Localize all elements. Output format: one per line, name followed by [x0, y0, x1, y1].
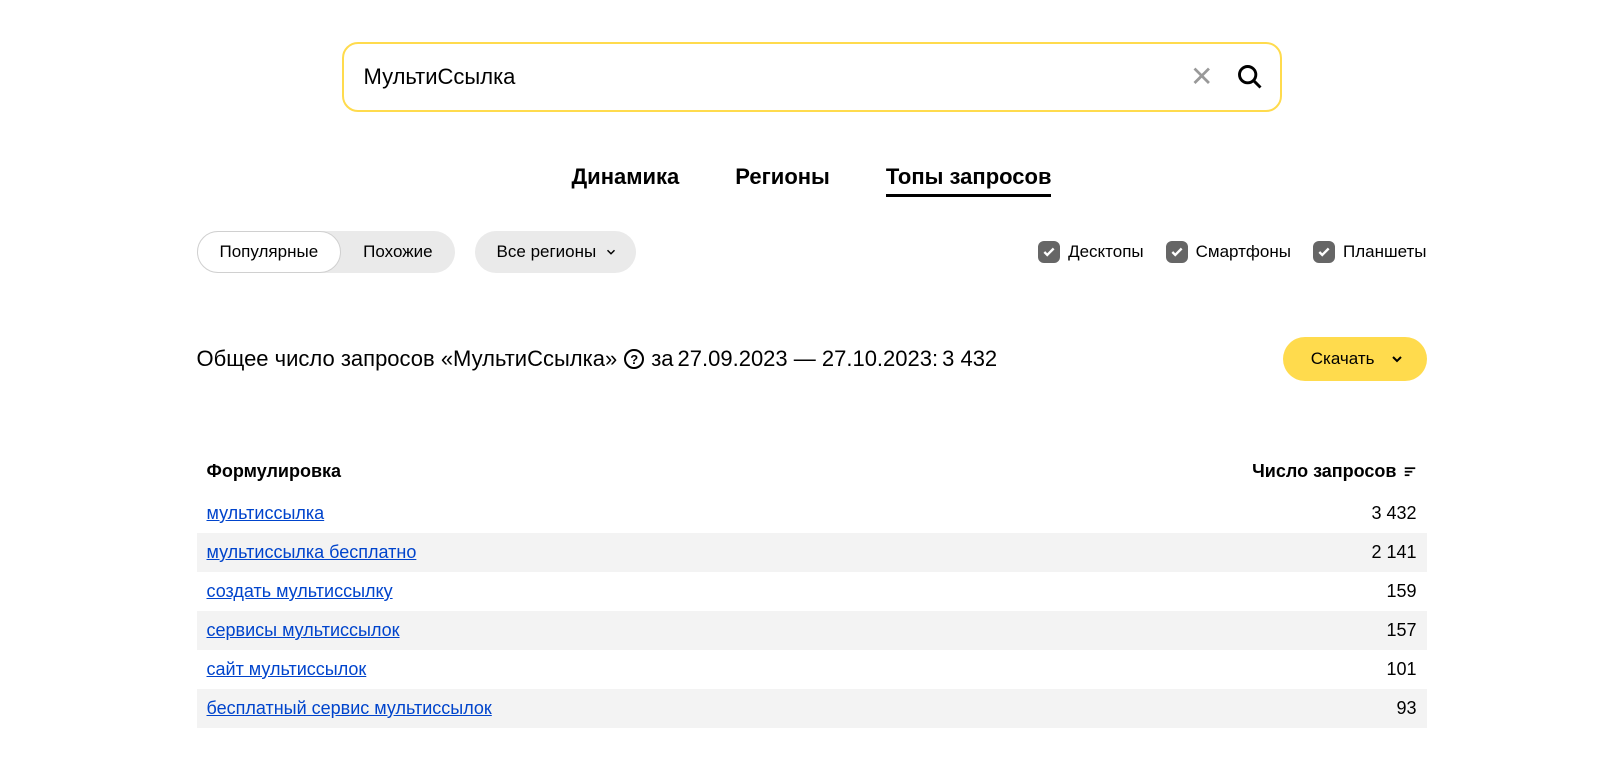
checkbox-desktops[interactable]: Десктопы [1038, 241, 1144, 263]
query-type-segmented: Популярные Похожие [197, 231, 455, 273]
table-row: сайт мультиссылок 101 [197, 650, 1427, 689]
query-count: 157 [1386, 620, 1416, 641]
query-link[interactable]: бесплатный сервис мультиссылок [207, 698, 492, 719]
search-input[interactable] [342, 42, 1282, 112]
check-icon [1166, 241, 1188, 263]
tabs: Динамика Регионы Топы запросов [0, 164, 1623, 197]
checkbox-tablets[interactable]: Планшеты [1313, 241, 1427, 263]
th-count-label: Число запросов [1252, 461, 1396, 482]
search-bar: ✕ [342, 42, 1282, 112]
controls-row: Популярные Похожие Все регионы Десктопы … [197, 231, 1427, 273]
query-count: 159 [1386, 581, 1416, 602]
device-filters: Десктопы Смартфоны Планшеты [1038, 241, 1426, 263]
checkbox-tablets-label: Планшеты [1343, 242, 1427, 262]
summary-total: 3 432 [942, 346, 997, 372]
region-select-label: Все регионы [497, 242, 597, 262]
tab-regions[interactable]: Регионы [735, 164, 830, 197]
query-count: 2 141 [1371, 542, 1416, 563]
th-count[interactable]: Число запросов [1252, 461, 1416, 482]
chevron-down-icon [604, 245, 618, 259]
query-link[interactable]: создать мультиссылку [207, 581, 393, 602]
help-icon[interactable]: ? [624, 349, 644, 369]
query-count: 93 [1396, 698, 1416, 719]
region-select[interactable]: Все регионы [475, 231, 637, 273]
segment-similar[interactable]: Похожие [341, 231, 454, 273]
query-link[interactable]: сайт мультиссылок [207, 659, 367, 680]
table-row: мультиссылка 3 432 [197, 494, 1427, 533]
checkbox-smartphones[interactable]: Смартфоны [1166, 241, 1291, 263]
th-query: Формулировка [207, 461, 342, 482]
query-link[interactable]: мультиссылка [207, 503, 325, 524]
search-icon[interactable] [1236, 63, 1264, 91]
query-link[interactable]: сервисы мультиссылок [207, 620, 400, 641]
check-icon [1038, 241, 1060, 263]
summary-prefix: Общее число запросов «МультиСсылка» [197, 346, 618, 372]
download-button-label: Скачать [1311, 349, 1375, 369]
clear-icon[interactable]: ✕ [1184, 57, 1219, 97]
download-button[interactable]: Скачать [1283, 337, 1427, 381]
table-header: Формулировка Число запросов [197, 461, 1427, 482]
query-count: 3 432 [1371, 503, 1416, 524]
controls-left: Популярные Похожие Все регионы [197, 231, 637, 273]
chevron-down-icon [1389, 351, 1405, 367]
segment-popular[interactable]: Популярные [197, 231, 342, 273]
table-row: создать мультиссылку 159 [197, 572, 1427, 611]
summary-text: Общее число запросов «МультиСсылка» ? за… [197, 346, 998, 372]
query-count: 101 [1386, 659, 1416, 680]
checkbox-smartphones-label: Смартфоны [1196, 242, 1291, 262]
tab-top-queries[interactable]: Топы запросов [886, 164, 1052, 197]
check-icon [1313, 241, 1335, 263]
table-row: сервисы мультиссылок 157 [197, 611, 1427, 650]
query-link[interactable]: мультиссылка бесплатно [207, 542, 417, 563]
table-row: бесплатный сервис мультиссылок 93 [197, 689, 1427, 728]
results-table: Формулировка Число запросов мультиссылка… [197, 461, 1427, 728]
table-row: мультиссылка бесплатно 2 141 [197, 533, 1427, 572]
checkbox-desktops-label: Десктопы [1068, 242, 1144, 262]
tab-dynamics[interactable]: Динамика [572, 164, 680, 197]
sort-icon [1403, 465, 1417, 479]
summary-period-prefix: за [651, 346, 673, 372]
summary-period: 27.09.2023 — 27.10.2023: [678, 346, 939, 372]
summary-row: Общее число запросов «МультиСсылка» ? за… [197, 337, 1427, 381]
